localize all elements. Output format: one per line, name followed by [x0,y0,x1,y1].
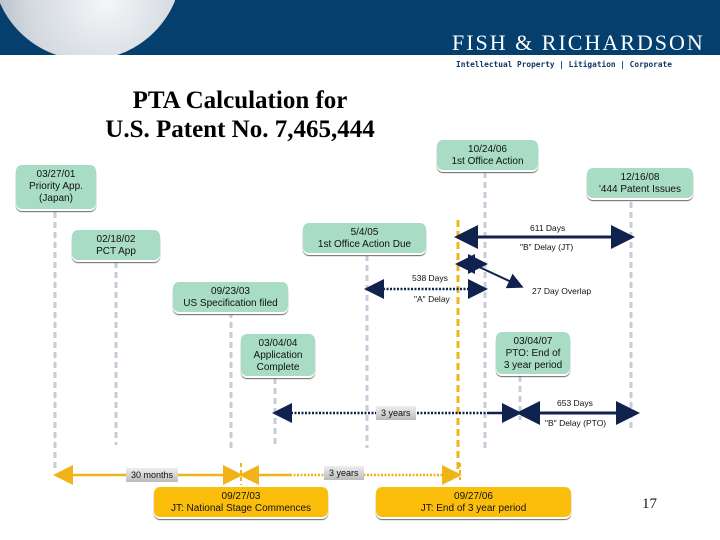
event-label: 1st Office Action Due [317,239,412,250]
event-date: 03/04/07 [513,336,553,347]
page-number: 17 [642,496,657,512]
event-label: (Japan) [39,193,73,204]
label-pto-3-years: 3 years [376,406,416,420]
jt-end-3-year: 09/27/06 JT: End of 3 year period [376,487,571,517]
event-label: '444 Patent Issues [599,184,681,195]
overlap-callout-arrow [476,265,524,289]
label-538-days: 538 Days [412,273,448,283]
event-label: PTO: End of [505,348,561,359]
event-priority-app: 03/27/01 Priority App. (Japan) [16,165,96,209]
event-label: JT: End of 3 year period [420,503,527,514]
event-patent-issues: 12/16/08 '444 Patent Issues [587,168,693,198]
event-date: 09/27/06 [454,491,493,502]
event-label: PCT App [96,246,136,257]
timeline-lines [53,172,640,485]
event-label: JT: National Stage Commences [170,503,312,514]
event-pct-app: 02/18/02 PCT App [72,230,160,260]
event-date: 03/04/04 [258,338,298,349]
jt-national-stage: 09/27/03 JT: National Stage Commences [154,487,328,517]
label-b-delay-pto: "B" Delay (PTO) [545,418,607,428]
event-date: 02/18/02 [96,234,136,245]
event-label: Complete [256,362,300,373]
label-a-delay: "A" Delay [414,294,450,304]
event-label: Priority App. [29,181,83,192]
label-653-days: 653 Days [557,398,593,408]
event-date: 5/4/05 [350,227,379,238]
event-app-complete: 03/04/04 Application Complete [241,334,315,376]
event-label: Application [253,350,303,361]
event-date: 10/24/06 [468,144,507,155]
event-us-spec-filed: 09/23/03 US Specification filed [173,282,288,312]
event-date: 09/27/03 [221,491,261,502]
event-date: 09/23/03 [211,286,250,297]
event-pto-end: 03/04/07 PTO: End of 3 year period [496,332,570,374]
event-label: US Specification filed [183,298,278,309]
event-label: 1st Office Action [451,156,524,167]
label-b-delay-jt: "B" Delay (JT) [520,242,574,252]
label-jt-30-months: 30 months [126,468,179,482]
event-first-oa: 10/24/06 1st Office Action [437,140,538,170]
event-date: 03/27/01 [36,169,76,180]
label-jt-3-years: 3 years [324,466,364,480]
event-date: 12/16/08 [620,172,660,183]
label-611-days: 611 Days [530,223,566,233]
label-27-day-overlap: 27 Day Overlap [532,286,592,296]
event-label: 3 year period [503,360,563,371]
event-oa-due: 5/4/05 1st Office Action Due [303,223,426,253]
